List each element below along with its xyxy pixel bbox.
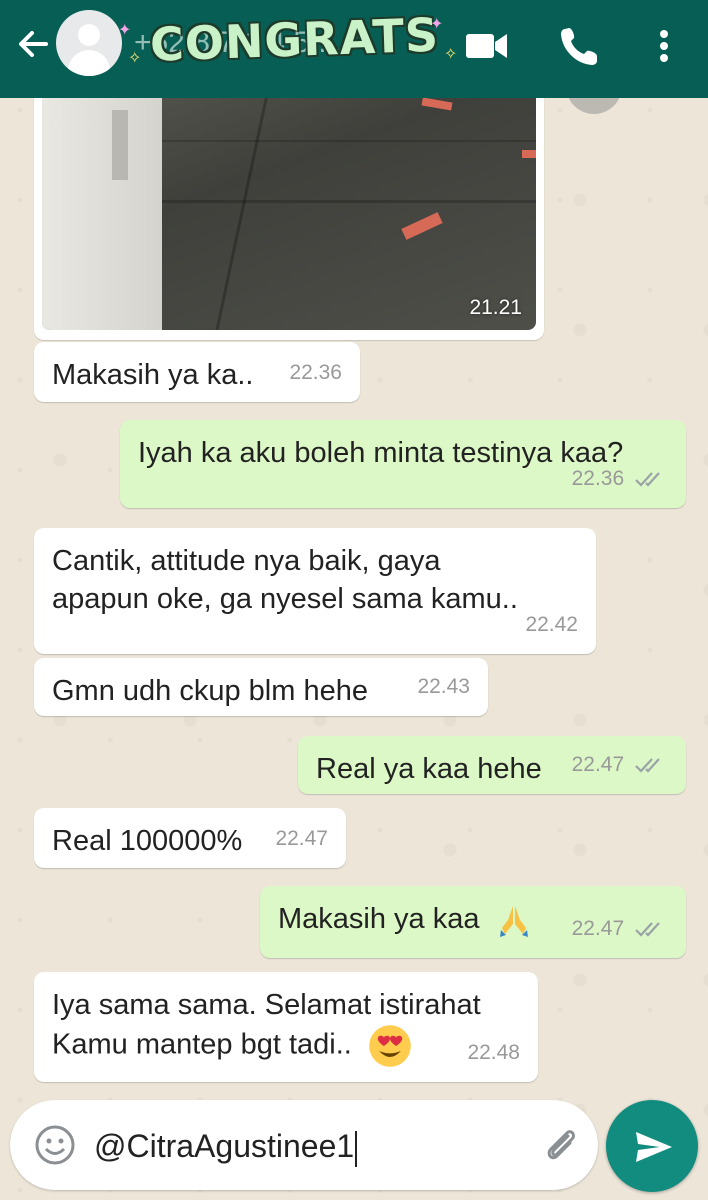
message-input-value: @CitraAgustinee1 (94, 1128, 355, 1164)
confetti-icon: ✦ (430, 16, 444, 33)
heart-eyes-emoji (369, 1025, 411, 1067)
message-bubble-outgoing[interactable]: Iyah ka aku boleh minta testinya kaa? 22… (120, 420, 686, 508)
message-text-line: apapun oke, ga nyesel sama kamu.. (52, 583, 518, 615)
more-options-icon[interactable] (640, 24, 688, 68)
text-caret (355, 1130, 358, 1167)
contact-avatar[interactable] (56, 10, 122, 76)
message-bubble-outgoing[interactable]: Real ya kaa hehe 22.47 (298, 736, 686, 794)
message-time: 22.42 (525, 613, 578, 636)
message-text-line: Kamu mantep bgt tadi.. (52, 1028, 352, 1061)
message-text-line: Cantik, attitude nya baik, gaya (52, 545, 441, 577)
confetti-icon: ✧ (444, 46, 458, 63)
message-bubble-incoming[interactable]: Real 100000% 22.47 (34, 808, 346, 868)
message-bubble-incoming[interactable]: Cantik, attitude nya baik, gaya apapun o… (34, 528, 596, 654)
phone-call-icon[interactable] (556, 24, 604, 68)
image-message-bubble[interactable]: 21.21 (34, 80, 544, 340)
message-text-line: Iya sama sama. Selamat istirahat (52, 989, 481, 1021)
message-time: 22.47 (571, 917, 625, 940)
back-arrow-icon[interactable] (12, 22, 56, 66)
message-time: 21.21 (469, 296, 522, 319)
message-time: 22.43 (417, 675, 470, 698)
message-text: Iyah ka aku boleh minta testinya kaa? (138, 437, 624, 469)
video-call-icon[interactable] (462, 24, 510, 68)
message-time: 22.47 (275, 827, 328, 850)
read-ticks-icon (635, 922, 660, 938)
read-ticks-icon (635, 472, 660, 488)
message-time: 22.47 (571, 753, 625, 776)
message-input[interactable]: @CitraAgustinee1 (94, 1126, 358, 1167)
message-time: 22.36 (289, 361, 342, 384)
message-time: 22.36 (571, 467, 625, 490)
message-text: Real 100000% (52, 825, 243, 857)
folded-hands-emoji (499, 906, 528, 938)
read-ticks-icon (635, 758, 660, 774)
attachment-paperclip-icon[interactable] (538, 1122, 584, 1168)
chat-header: +62 8 7 1 4 5 ... CONGRATS ✦ ✧ ✦ ✧ (0, 0, 708, 98)
message-text: Gmn udh ckup blm hehe (52, 675, 368, 707)
message-bubble-incoming[interactable]: Iya sama sama. Selamat istirahat Kamu ma… (34, 972, 538, 1082)
confetti-icon: ✦ (118, 22, 132, 39)
message-bubble-outgoing[interactable]: Makasih ya kaa 22.47 (260, 886, 686, 958)
message-text: Makasih ya kaa (278, 903, 480, 935)
message-text: Real ya kaa hehe (316, 753, 542, 785)
send-button[interactable] (606, 1100, 698, 1192)
message-text: Makasih ya ka.. (52, 359, 254, 391)
message-composer[interactable]: @CitraAgustinee1 (10, 1100, 598, 1190)
message-bubble-incoming[interactable]: Makasih ya ka.. 22.36 (34, 342, 360, 402)
message-time: 22.48 (467, 1041, 520, 1064)
message-bubble-incoming[interactable]: Gmn udh ckup blm hehe 22.43 (34, 658, 488, 716)
confetti-icon: ✧ (128, 50, 142, 67)
emoji-picker-icon[interactable] (32, 1122, 78, 1168)
photo-thumbnail[interactable]: 21.21 (42, 80, 536, 330)
congrats-sticker: CONGRATS (149, 7, 440, 72)
send-icon (636, 1132, 672, 1162)
